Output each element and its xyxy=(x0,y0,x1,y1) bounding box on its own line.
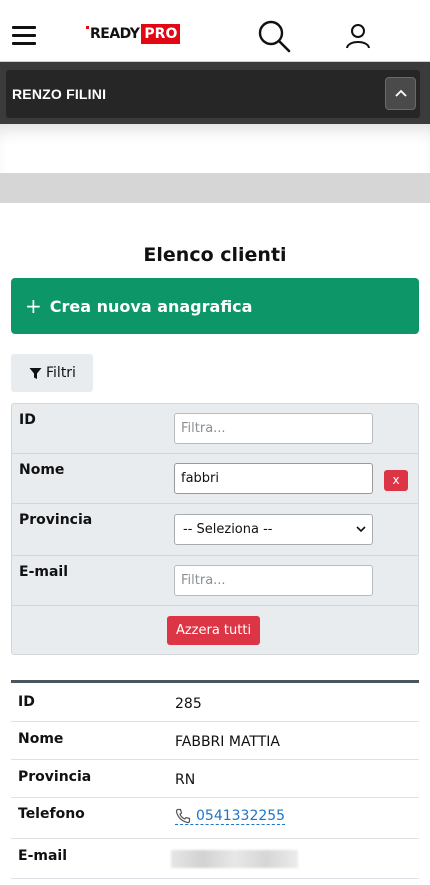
user-name: RENZO FILINI xyxy=(12,86,107,102)
filter-province-label: Provincia xyxy=(19,512,93,528)
phone-number: 0541332255 xyxy=(196,808,286,824)
logo-pro-text: PRO xyxy=(141,24,181,44)
clear-name-button[interactable]: x xyxy=(384,470,408,491)
filter-id-label: ID xyxy=(19,412,36,428)
table-row: Provincia RN xyxy=(11,760,419,798)
funnel-icon xyxy=(29,367,42,379)
filter-email-label: E-mail xyxy=(19,564,69,580)
filter-id-input[interactable] xyxy=(174,413,373,444)
table-row: ID 285 xyxy=(11,683,419,722)
filters-toggle-button[interactable]: Filtri xyxy=(11,354,93,392)
filter-name-input[interactable] xyxy=(174,463,373,494)
create-button-label: Crea nuova anagrafica xyxy=(49,296,253,316)
search-icon[interactable] xyxy=(257,19,291,53)
filter-row-id: ID xyxy=(12,404,418,454)
app-header: READY PRO xyxy=(0,0,430,62)
chevron-up-icon xyxy=(395,89,407,97)
readypro-logo[interactable]: READY PRO xyxy=(86,24,181,44)
reset-filters-button[interactable]: Azzera tutti xyxy=(167,616,260,645)
result-province-label: Provincia xyxy=(18,769,92,785)
result-id-label: ID xyxy=(18,694,35,710)
table-row: Telefono 0541332255 xyxy=(11,798,419,839)
logo-ready-text: READY xyxy=(86,26,140,42)
result-id-value: 285 xyxy=(175,696,202,712)
result-province-value: RN xyxy=(175,772,196,788)
phone-icon xyxy=(175,808,191,824)
header-shadow xyxy=(0,124,430,172)
user-bar: RENZO FILINI xyxy=(6,70,420,118)
result-name-value: FABBRI MATTIA xyxy=(175,734,280,750)
email-redacted xyxy=(171,850,298,868)
filter-row-name: Nome x xyxy=(12,454,418,504)
hamburger-icon[interactable] xyxy=(12,26,36,46)
create-customer-button[interactable]: + Crea nuova anagrafica xyxy=(11,278,419,334)
plus-icon: + xyxy=(25,294,42,318)
table-row: E-mail xyxy=(11,839,419,879)
filter-row-province: Provincia -- Seleziona -- xyxy=(12,504,418,556)
filter-panel: ID Nome x Provincia -- Seleziona -- E-ma… xyxy=(11,403,419,655)
user-icon[interactable] xyxy=(344,22,372,50)
customer-result-table: ID 285 Nome FABBRI MATTIA Provincia RN T… xyxy=(11,680,419,879)
result-email-label: E-mail xyxy=(18,848,68,864)
province-select[interactable]: -- Seleziona -- xyxy=(174,514,373,545)
result-name-label: Nome xyxy=(18,731,64,747)
user-band: RENZO FILINI xyxy=(0,62,430,124)
page-title: Elenco clienti xyxy=(143,244,287,266)
filter-name-label: Nome xyxy=(19,462,65,478)
filter-row-email: E-mail xyxy=(12,556,418,606)
collapse-button[interactable] xyxy=(385,77,416,110)
filters-button-label: Filtri xyxy=(46,365,76,381)
chevron-down-icon xyxy=(356,526,366,533)
phone-link[interactable]: 0541332255 xyxy=(175,808,286,825)
table-row: Nome FABBRI MATTIA xyxy=(11,722,419,760)
province-select-value: -- Seleziona -- xyxy=(183,522,273,537)
result-phone-label: Telefono xyxy=(18,806,85,822)
grey-divider xyxy=(0,173,430,203)
result-phone-value: 0541332255 xyxy=(175,808,286,828)
filter-email-input[interactable] xyxy=(174,565,373,596)
